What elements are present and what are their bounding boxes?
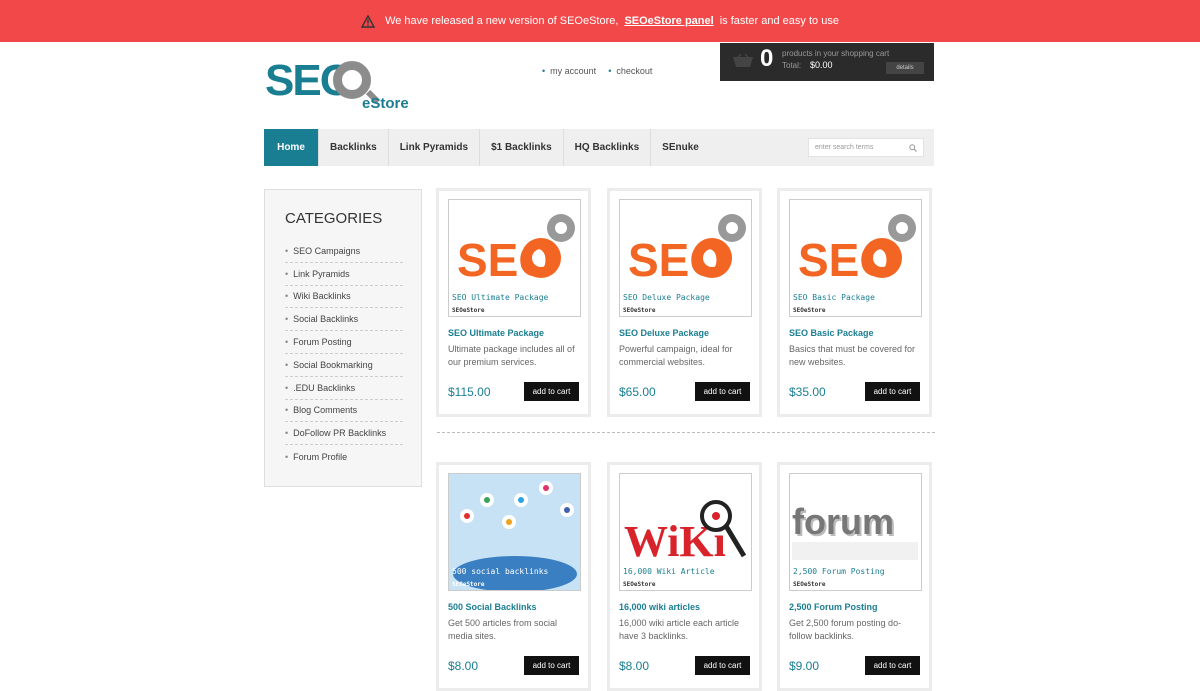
product-image-brand: SEOeStore bbox=[623, 581, 656, 588]
product-image-brand: SEOeStore bbox=[793, 581, 826, 588]
product-card: 500 social backlinks SEOeStore 500 Socia… bbox=[436, 462, 591, 691]
product-description: Powerful campaign, ideal for commercial … bbox=[619, 344, 733, 367]
product-image-caption: SEO Deluxe Package bbox=[623, 293, 710, 302]
category-item[interactable]: Social Bookmarking bbox=[285, 354, 403, 377]
product-card: forum forum 2,500 Forum Posting SEOeStor… bbox=[777, 462, 932, 691]
nav-1-dollar-backlinks[interactable]: $1 Backlinks bbox=[480, 129, 564, 166]
product-description: Basics that must be covered for new webs… bbox=[789, 344, 916, 367]
product-image-caption: 16,000 Wiki Article bbox=[623, 567, 715, 576]
product-description: Get 2,500 forum posting do-follow backli… bbox=[789, 618, 902, 641]
search-input[interactable]: enter search terms bbox=[808, 138, 924, 157]
product-card: SEO SEO Deluxe Package SEOeStore SEO Del… bbox=[607, 188, 762, 417]
warning-icon bbox=[361, 14, 376, 28]
nav-senuke[interactable]: SEnuke bbox=[651, 129, 710, 166]
product-image[interactable]: 500 social backlinks SEOeStore bbox=[448, 473, 581, 591]
product-image[interactable]: forum forum 2,500 Forum Posting SEOeStor… bbox=[789, 473, 922, 591]
product-title[interactable]: SEO Deluxe Package bbox=[619, 328, 709, 338]
nav-link-pyramids[interactable]: Link Pyramids bbox=[389, 129, 481, 166]
product-price: $65.00 bbox=[619, 385, 656, 399]
product-description: 16,000 wiki article each article have 3 … bbox=[619, 618, 740, 641]
category-item[interactable]: Social Backlinks bbox=[285, 308, 403, 332]
product-price: $35.00 bbox=[789, 385, 826, 399]
search-placeholder: enter search terms bbox=[815, 144, 874, 151]
svg-text:SEO: SEO bbox=[798, 234, 895, 286]
checkout-link[interactable]: • checkout bbox=[608, 66, 652, 76]
add-to-cart-button[interactable]: add to cart bbox=[524, 656, 579, 675]
product-card: SEO SEO Ultimate Package SEOeStore SEO U… bbox=[436, 188, 591, 417]
banner-link[interactable]: SEOeStore panel bbox=[624, 15, 713, 27]
product-image[interactable]: SEO SEO Basic Package SEOeStore bbox=[789, 199, 922, 317]
product-title[interactable]: 16,000 wiki articles bbox=[619, 602, 700, 612]
shopping-cart-widget: 0 products in your shopping cart Total: … bbox=[720, 43, 934, 81]
cart-label: products in your shopping cart bbox=[782, 49, 890, 58]
category-item[interactable]: Forum Profile bbox=[285, 445, 403, 468]
logo-sub: eStore bbox=[362, 95, 409, 112]
product-image[interactable]: SEO SEO Ultimate Package SEOeStore bbox=[448, 199, 581, 317]
product-image-caption: SEO Basic Package bbox=[793, 293, 875, 302]
add-to-cart-button[interactable]: add to cart bbox=[524, 382, 579, 401]
product-image-brand: SEOeStore bbox=[452, 307, 485, 314]
product-image-caption: 2,500 Forum Posting bbox=[793, 567, 885, 576]
top-links: • my account • checkout bbox=[542, 66, 652, 76]
product-image-brand: SEOeStore bbox=[623, 307, 656, 314]
cart-details-button[interactable]: details bbox=[886, 62, 924, 74]
site-logo[interactable]: SEO eStore bbox=[265, 57, 415, 117]
product-image-caption: 500 social backlinks bbox=[452, 567, 549, 576]
add-to-cart-button[interactable]: add to cart bbox=[695, 382, 750, 401]
add-to-cart-button[interactable]: add to cart bbox=[695, 656, 750, 675]
svg-text:forum: forum bbox=[792, 501, 894, 542]
product-image[interactable]: SEO SEO Deluxe Package SEOeStore bbox=[619, 199, 752, 317]
product-description: Get 500 articles from social media sites… bbox=[448, 618, 558, 641]
add-to-cart-button[interactable]: add to cart bbox=[865, 382, 920, 401]
svg-text:SEO: SEO bbox=[628, 234, 725, 286]
category-item[interactable]: DoFollow PR Backlinks bbox=[285, 422, 403, 446]
product-title[interactable]: 500 Social Backlinks bbox=[448, 602, 537, 612]
category-item[interactable]: SEO Campaigns bbox=[285, 240, 403, 263]
nav-backlinks[interactable]: Backlinks bbox=[319, 129, 389, 166]
basket-icon bbox=[733, 54, 753, 67]
cart-count: 0 bbox=[760, 45, 774, 72]
product-card: WiKi 16,000 Wiki Article SEOeStore 16,00… bbox=[607, 462, 762, 691]
categories-sidebar: CATEGORIES SEO Campaigns Link Pyramids W… bbox=[264, 189, 422, 487]
nav-hq-backlinks[interactable]: HQ Backlinks bbox=[564, 129, 652, 166]
product-image-brand: SEOeStore bbox=[793, 307, 826, 314]
category-item[interactable]: .EDU Backlinks bbox=[285, 377, 403, 400]
row-divider bbox=[437, 432, 935, 433]
category-item[interactable]: Wiki Backlinks bbox=[285, 286, 403, 309]
product-title[interactable]: SEO Ultimate Package bbox=[448, 328, 544, 338]
product-price: $9.00 bbox=[789, 659, 820, 673]
main-nav: Home Backlinks Link Pyramids $1 Backlink… bbox=[264, 129, 934, 166]
product-price: $8.00 bbox=[619, 659, 650, 673]
categories-title: CATEGORIES bbox=[285, 210, 383, 227]
my-account-link[interactable]: • my account bbox=[542, 66, 596, 76]
category-list: SEO Campaigns Link Pyramids Wiki Backlin… bbox=[285, 240, 403, 468]
product-price: $115.00 bbox=[448, 385, 491, 399]
svg-text:SEO: SEO bbox=[457, 234, 554, 286]
cart-total-label: Total: bbox=[782, 61, 802, 70]
product-image-brand: SEOeStore bbox=[452, 581, 485, 588]
banner-text: We have released a new version of SEOeSt… bbox=[385, 15, 619, 27]
category-item[interactable]: Blog Comments bbox=[285, 400, 403, 423]
product-image[interactable]: WiKi 16,000 Wiki Article SEOeStore bbox=[619, 473, 752, 591]
banner-text-after: is faster and easy to use bbox=[719, 15, 839, 27]
product-image-caption: SEO Ultimate Package bbox=[452, 293, 549, 302]
search-icon[interactable] bbox=[909, 144, 917, 152]
product-title[interactable]: 2,500 Forum Posting bbox=[789, 602, 878, 612]
product-card: SEO SEO Basic Package SEOeStore SEO Basi… bbox=[777, 188, 932, 417]
product-title[interactable]: SEO Basic Package bbox=[789, 328, 874, 338]
product-description: Ultimate package includes all of our pre… bbox=[448, 344, 575, 367]
magnifier-icon bbox=[333, 61, 371, 99]
category-item[interactable]: Forum Posting bbox=[285, 331, 403, 354]
nav-home[interactable]: Home bbox=[264, 129, 319, 166]
category-item[interactable]: Link Pyramids bbox=[285, 263, 403, 286]
cart-total: $0.00 bbox=[810, 60, 833, 70]
product-price: $8.00 bbox=[448, 659, 479, 673]
announcement-banner: We have released a new version of SEOeSt… bbox=[0, 0, 1200, 42]
add-to-cart-button[interactable]: add to cart bbox=[865, 656, 920, 675]
